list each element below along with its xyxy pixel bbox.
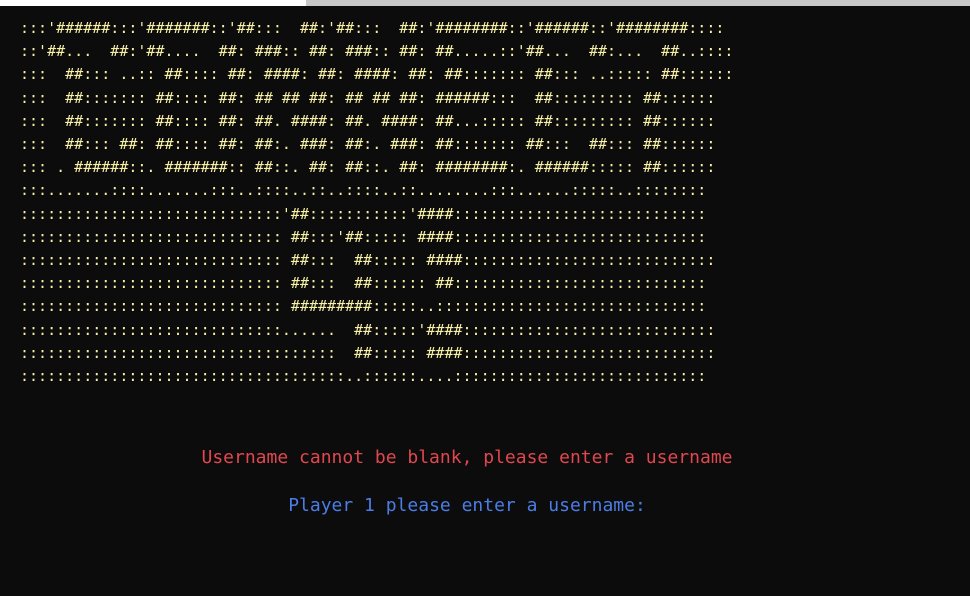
ascii-line: ::: ##::::::: ##:::: ##: ## ## ##: ## ##… — [20, 88, 716, 107]
ascii-art-title: :::'######:::'#######::'##::: ##:'##::: … — [20, 17, 733, 388]
error-message: Username cannot be blank, please enter a… — [201, 447, 733, 468]
ascii-line: ::: . ######::. #######:: ##::. ##: ##::… — [20, 158, 716, 177]
ascii-line: ::::::::::::::::::::::::::::::::::::..::… — [20, 367, 707, 386]
ascii-line: ::: ##::::::: ##:::: ##: ##. ####: ##. #… — [20, 111, 716, 130]
username-prompt[interactable]: Player 1 please enter a username: — [0, 495, 934, 516]
ascii-line: ::::::::::::::::::::::::::::::::::: ##::… — [20, 343, 716, 362]
ascii-line: ::: ##::: ##: ##:::: ##: ##:. ###: ##:. … — [20, 135, 716, 154]
ascii-line: ::::::::::::::::::::::::::::: #########:… — [20, 297, 707, 316]
ascii-line: ::::::::::::::::::::::::::::: ##::: ##::… — [20, 274, 707, 293]
ascii-line: :::::::::::::::::::::::::::::...... ##::… — [20, 320, 716, 339]
ascii-line: ::'##... ##:'##.... ##: ###:: ##: ###:: … — [20, 42, 734, 61]
ascii-line: ::: ##::: ..:: ##:::: ##: ####: ##: ####… — [20, 65, 734, 84]
ascii-line: :::::::::::::::::::::::::::::'##::::::::… — [20, 204, 707, 223]
terminal-window: :::'######:::'#######::'##::: ##:'##::: … — [0, 6, 970, 596]
ascii-line: :::'######:::'#######::'##::: ##:'##::: … — [20, 19, 725, 37]
ascii-line: ::::::::::::::::::::::::::::: ##::: ##::… — [20, 251, 716, 270]
ascii-line: :::.......::::.......:::..::::..::..::::… — [20, 181, 707, 200]
ascii-line: ::::::::::::::::::::::::::::: ##:::'##::… — [20, 227, 707, 246]
